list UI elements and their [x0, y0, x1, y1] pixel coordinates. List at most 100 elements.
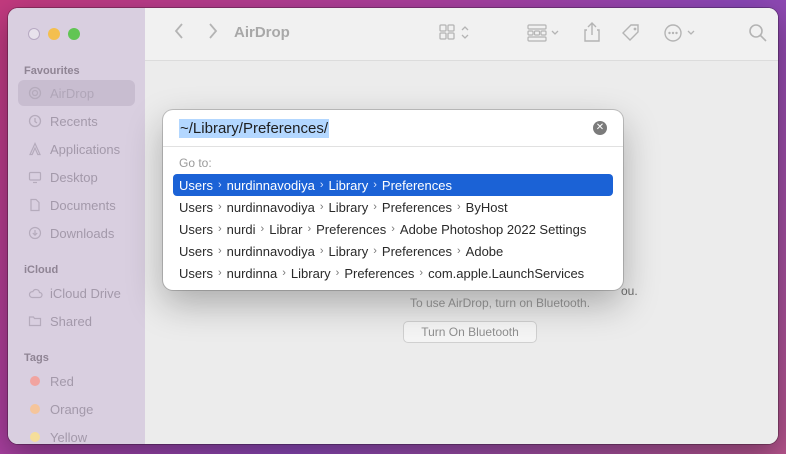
goto-result-row[interactable]: Users › nurdi › Librar › Preferences › Adobe Pho… — [173, 218, 613, 240]
sidebar-item-applications[interactable]: Applications — [18, 136, 135, 162]
path-segment: nurdinnavodiya — [226, 199, 315, 215]
path-separator-icon: › — [373, 179, 377, 191]
path-segment: Librar — [269, 221, 303, 237]
group-icon — [527, 24, 559, 42]
sidebar-item-label: Red — [50, 373, 74, 389]
sidebar-tag-yellow[interactable]: Yellow — [18, 424, 135, 444]
airdrop-bluetooth-message: To use AirDrop, turn on Bluetooth. — [409, 296, 591, 310]
path-segment: nurdi — [226, 221, 256, 237]
sidebar-item-label: Yellow — [50, 429, 88, 445]
close-button[interactable] — [28, 28, 40, 40]
sidebar-tag-orange[interactable]: Orange — [18, 396, 135, 422]
tag-button[interactable] — [620, 22, 642, 49]
path-separator-icon: › — [319, 201, 324, 213]
sidebar-tag-red[interactable]: Red — [18, 368, 135, 394]
tag-color-dot — [24, 404, 46, 414]
goto-results-list: Users › nurdinnavodiya › Library › Preferences… — [173, 174, 613, 284]
sidebar-item-airdrop[interactable]: AirDrop — [18, 80, 135, 106]
path-segment: Users — [179, 265, 213, 281]
cloud-icon — [24, 287, 46, 299]
path-separator-icon: › — [217, 245, 222, 257]
forward-button[interactable] — [207, 22, 219, 45]
sidebar: Favourites AirDrop Recents Applications … — [8, 8, 145, 444]
goto-result-row[interactable]: Users › nurdinnavodiya › Library › Preferences… — [173, 240, 613, 262]
tag-color-dot — [24, 432, 46, 442]
path-segment: com.apple.LaunchServices — [428, 265, 585, 281]
tag-color-dot — [24, 376, 46, 386]
goto-label: Go to: — [179, 156, 212, 170]
path-segment: nurdinnavodiya — [226, 177, 315, 193]
sidebar-item-label: AirDrop — [50, 85, 95, 101]
path-segment: Users — [179, 221, 213, 237]
sidebar-item-documents[interactable]: Documents — [18, 192, 135, 218]
path-segment: Preferences — [344, 265, 415, 281]
path-separator-icon: › — [217, 201, 222, 213]
path-separator-icon: › — [282, 267, 286, 279]
path-segment: Users — [179, 199, 213, 215]
sidebar-item-label: Orange — [50, 401, 94, 417]
tag-dot-orange — [30, 404, 40, 414]
window-title: AirDrop — [234, 24, 290, 41]
goto-result-row[interactable]: Users › nurdinnavodiya › Library › Preferences — [173, 174, 613, 196]
path-segment: Preferences — [381, 199, 452, 215]
goto-result-row[interactable]: Users › nurdinna › Library › Preferences › com.a… — [173, 262, 613, 284]
sidebar-item-desktop[interactable]: Desktop — [18, 164, 135, 190]
path-segment: nurdinnavodiya — [226, 243, 315, 259]
path-segment: Adobe — [465, 243, 504, 259]
sidebar-item-label: Documents — [50, 197, 116, 213]
favourites-section-label: Favourites — [24, 65, 80, 77]
path-input[interactable]: ~/Library/Preferences/ — [179, 119, 329, 138]
applications-icon — [24, 142, 46, 156]
path-separator-icon: › — [319, 245, 324, 257]
grid-view-icon — [439, 24, 469, 40]
go-to-folder-dialog: ~/Library/Preferences/ ✕ Go to: Users › nu… — [163, 110, 623, 290]
sidebar-item-icloud-drive[interactable]: iCloud Drive — [18, 280, 135, 306]
path-separator-icon: › — [319, 179, 324, 191]
clear-icon[interactable]: ✕ — [593, 121, 607, 135]
path-segment: Users — [179, 243, 213, 259]
path-segment: Preferences — [381, 243, 452, 259]
minimize-button[interactable] — [48, 28, 60, 40]
icloud-section-label: iCloud — [24, 264, 59, 276]
path-separator-icon: › — [335, 267, 340, 279]
more-actions-button[interactable] — [663, 23, 699, 48]
path-separator-icon: › — [419, 267, 424, 279]
back-button[interactable] — [173, 22, 185, 45]
path-separator-icon: › — [457, 201, 461, 213]
path-segment: Preferences — [316, 221, 387, 237]
sidebar-item-label: Downloads — [50, 225, 115, 241]
share-icon — [584, 22, 600, 42]
desktop-icon — [24, 170, 46, 184]
tag-dot-yellow — [30, 432, 40, 442]
sidebar-item-shared[interactable]: Shared — [18, 308, 135, 334]
path-separator-icon: › — [457, 245, 461, 257]
clock-icon — [24, 114, 46, 128]
sidebar-item-recents[interactable]: Recents — [18, 108, 135, 134]
sidebar-item-label: Recents — [50, 113, 98, 129]
share-button[interactable] — [583, 21, 601, 48]
search-icon — [749, 24, 767, 42]
group-button[interactable] — [527, 24, 561, 47]
turn-on-bluetooth-button[interactable]: Turn On Bluetooth — [403, 321, 537, 343]
path-separator-icon: › — [373, 201, 377, 213]
path-segment: Library — [328, 243, 369, 259]
sidebar-item-label: iCloud Drive — [50, 285, 121, 301]
goto-result-row[interactable]: Users › nurdinnavodiya › Library › Preferences… — [173, 196, 613, 218]
traffic-lights — [28, 28, 80, 40]
document-icon — [24, 198, 46, 212]
path-field[interactable]: ~/Library/Preferences/ ✕ — [163, 110, 623, 147]
path-segment: Users — [179, 177, 213, 193]
sidebar-item-downloads[interactable]: Downloads — [18, 220, 135, 246]
path-separator-icon: › — [391, 223, 395, 235]
search-button[interactable] — [748, 23, 768, 48]
path-segment: Adobe Photoshop 2022 Settings — [399, 221, 587, 237]
ellipsis-circle-icon — [664, 24, 695, 42]
path-separator-icon: › — [217, 223, 222, 235]
sidebar-item-label: Shared — [50, 313, 92, 329]
sidebar-item-label: Applications — [50, 141, 121, 157]
shared-folder-icon — [24, 315, 46, 327]
path-segment: nurdinna — [226, 265, 278, 281]
maximize-button[interactable] — [68, 28, 80, 40]
view-mode-button[interactable] — [439, 24, 473, 47]
path-separator-icon: › — [217, 179, 222, 191]
